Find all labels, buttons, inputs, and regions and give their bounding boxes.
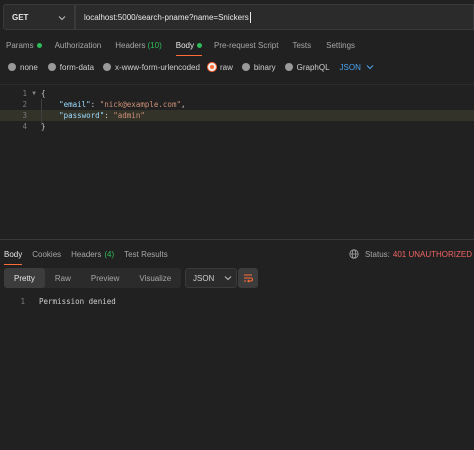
view-pretty-button[interactable]: Pretty [4, 268, 45, 288]
line-number: 1 [20, 296, 25, 306]
tab-label: Body [175, 40, 194, 50]
request-url-bar: GET localhost:5000/search-pname?name=Sni… [0, 0, 474, 34]
radio-circle [284, 63, 293, 71]
status-value[interactable]: 401 UNAUTHORIZED [393, 250, 472, 259]
view-raw-button[interactable]: Raw [45, 268, 81, 288]
radio-circle [103, 63, 112, 71]
url-text: localhost:5000/search-pname?name=Snicker… [84, 12, 249, 22]
response-view-bar: Pretty Raw Preview Visualize JSON [4, 268, 258, 288]
fold-chevron-icon[interactable]: ▼ [27, 90, 41, 97]
line-number: 3 [22, 111, 27, 120]
view-mode-group: Pretty Raw Preview Visualize [4, 268, 182, 288]
tab-label: Settings [326, 40, 356, 50]
radio-label: form-data [59, 62, 95, 72]
request-tabs: Params Authorization Headers (10) Body Pr… [0, 36, 355, 56]
editor-line: 1 ▼ { [0, 88, 474, 99]
radio-circle [241, 63, 250, 71]
tab-label: Test Results [124, 249, 168, 259]
tab-headers[interactable]: Headers (10) [115, 36, 161, 54]
line-number: 2 [22, 100, 27, 109]
tab-params[interactable]: Params [6, 36, 42, 54]
json-separator: : [104, 111, 114, 120]
response-headers-count: (4) [104, 249, 115, 259]
response-format-label: JSON [193, 273, 215, 283]
radio-label: x-www-form-urlencoded [115, 62, 200, 72]
tab-label: Cookies [32, 249, 62, 259]
json-key: "email" [59, 100, 91, 109]
tab-label: Body [4, 249, 23, 259]
response-format-select[interactable]: JSON [185, 268, 237, 288]
text-cursor [249, 11, 251, 23]
tab-settings[interactable]: Settings [326, 36, 355, 54]
radio-label: GraphQL [296, 62, 330, 72]
radio-label: raw [219, 62, 233, 72]
chevron-down-icon [224, 276, 232, 281]
radio-x-www-form-urlencoded[interactable]: x-www-form-urlencoded [103, 63, 200, 72]
editor-line: 2 "email": "nick@example.com", [0, 99, 474, 110]
radio-label: none [20, 62, 38, 72]
tab-response-headers[interactable]: Headers (4) [71, 245, 114, 263]
method-select[interactable]: GET [3, 4, 75, 30]
radio-circle [47, 63, 56, 71]
response-status: Status: 401 UNAUTHORIZED [349, 246, 472, 262]
json-key: "password" [59, 111, 105, 120]
tab-authorization[interactable]: Authorization [55, 36, 102, 54]
tab-body[interactable]: Body [175, 36, 203, 56]
tab-test-results[interactable]: Test Results [124, 245, 168, 263]
line-number: 1 [22, 89, 27, 98]
code-text: "email": "nick@example.com", [41, 100, 186, 109]
status-label: Status: [364, 249, 390, 259]
tab-label: Authorization [54, 40, 102, 50]
wrap-lines-icon [244, 274, 253, 283]
json-separator: : [90, 100, 100, 109]
tab-label: Tests [292, 40, 312, 50]
radio-circle-selected [207, 63, 216, 71]
radio-raw[interactable]: raw [207, 62, 233, 72]
radio-none[interactable]: none [8, 63, 38, 72]
tab-tests[interactable]: Tests [292, 36, 311, 54]
url-input[interactable]: localhost:5000/search-pname?name=Snicker… [75, 4, 474, 30]
indent-guide [41, 99, 42, 125]
response-body-text: Permission denied [39, 296, 116, 306]
params-indicator-dot [36, 42, 42, 48]
pane-divider[interactable] [0, 239, 474, 240]
radio-label: binary [253, 62, 276, 72]
view-visualize-button[interactable]: Visualize [129, 268, 181, 288]
line-number: 4 [22, 122, 27, 131]
body-format-label: JSON [339, 62, 361, 72]
request-body-editor[interactable]: 1 ▼ { 2 "email": "nick@example.com", 3 "… [0, 84, 474, 239]
headers-count: (10) [147, 40, 162, 50]
body-type-options: none form-data x-www-form-urlencoded raw… [0, 60, 374, 74]
tab-response-body[interactable]: Body [4, 245, 23, 265]
tab-label: Params [6, 40, 34, 50]
json-comma: , [180, 100, 186, 109]
globe-icon[interactable] [349, 249, 359, 259]
code-text: { [41, 89, 46, 98]
editor-line-current: 3 "password": "admin" [0, 110, 474, 121]
wrap-lines-button[interactable] [238, 268, 258, 288]
radio-binary[interactable]: binary [241, 62, 276, 72]
json-string-value: "admin" [113, 111, 145, 120]
tab-label: Headers [115, 40, 146, 50]
tab-label: Pre-request Script [213, 40, 279, 50]
chevron-down-icon [366, 65, 374, 70]
tab-cookies[interactable]: Cookies [32, 245, 61, 263]
editor-line: 4 } [0, 121, 474, 132]
method-label: GET [12, 12, 29, 22]
code-text: "password": "admin" [41, 111, 145, 120]
view-preview-button[interactable]: Preview [81, 268, 129, 288]
response-tabs: Body Cookies Headers (4) Test Results [0, 245, 168, 265]
tab-pre-request-script[interactable]: Pre-request Script [214, 36, 278, 54]
response-body-line: 1 Permission denied [0, 296, 116, 306]
body-format-select[interactable]: JSON [340, 63, 374, 72]
radio-form-data[interactable]: form-data [47, 62, 95, 72]
radio-circle [8, 63, 16, 71]
radio-graphql[interactable]: GraphQL [284, 62, 330, 72]
tab-label: Headers [71, 249, 102, 259]
json-string-value: "nick@example.com" [99, 100, 181, 109]
chevron-down-icon [58, 16, 66, 21]
body-indicator-dot [196, 42, 202, 48]
